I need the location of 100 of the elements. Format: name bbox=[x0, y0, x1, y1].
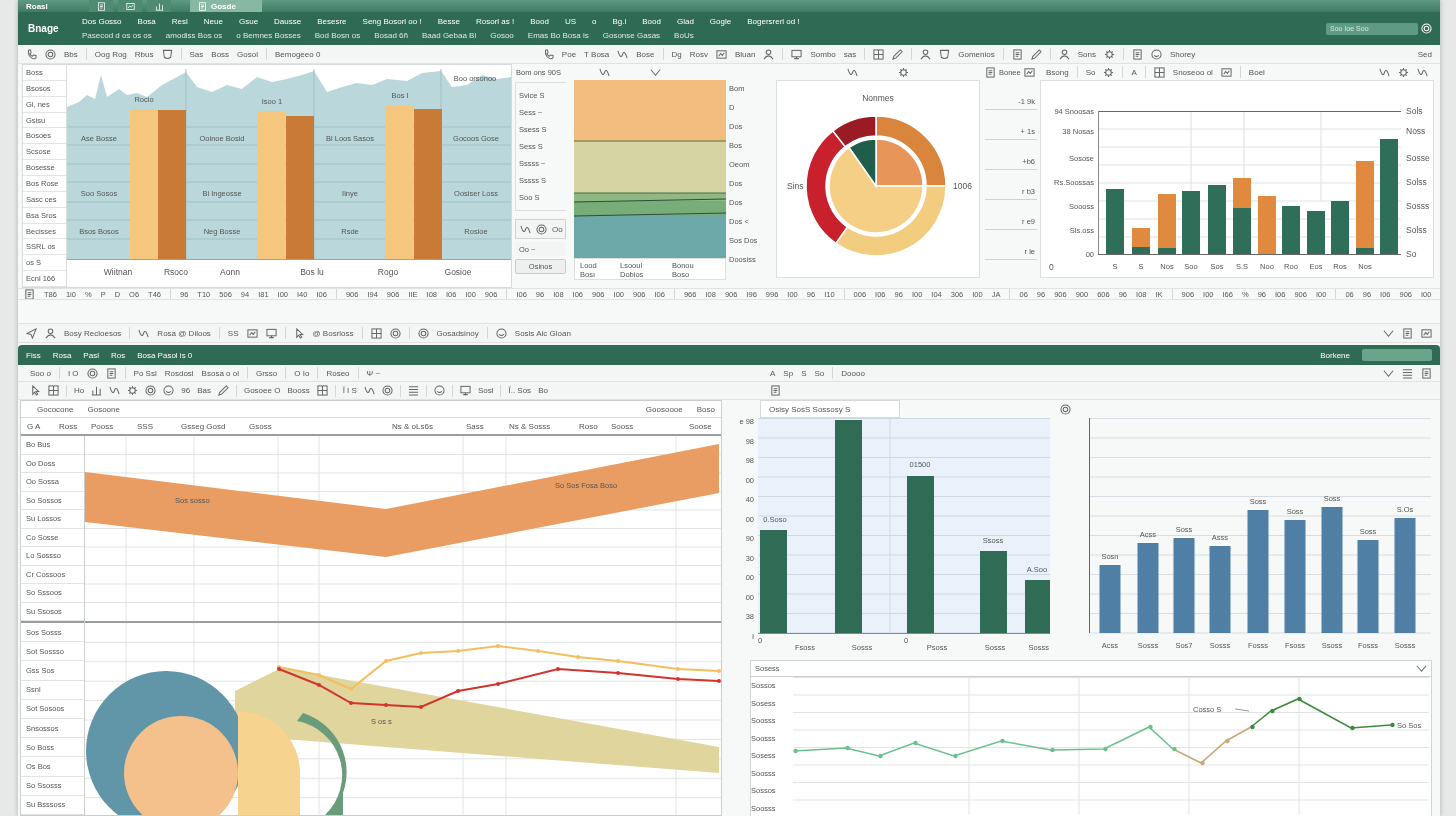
toolbar-button[interactable]: Ǐ.. Sos bbox=[508, 386, 532, 395]
toolbar-button[interactable]: Ho bbox=[74, 386, 85, 395]
toolbar-button[interactable]: 96 bbox=[181, 386, 191, 395]
page-icon[interactable] bbox=[1402, 327, 1413, 339]
toolbar-button[interactable]: Bbs bbox=[64, 49, 78, 59]
toolbar-button[interactable]: Rosdosl bbox=[164, 368, 194, 378]
menu-item[interactable]: BoUs bbox=[674, 31, 694, 40]
ring-icon[interactable] bbox=[86, 367, 98, 379]
cup-icon[interactable] bbox=[939, 48, 951, 60]
grid-icon[interactable] bbox=[370, 327, 382, 339]
caret-icon[interactable] bbox=[1416, 663, 1427, 674]
pencil-icon[interactable] bbox=[217, 385, 229, 396]
toolbar-button[interactable]: @ Bosrloss bbox=[312, 328, 354, 338]
gear-icon[interactable] bbox=[127, 385, 139, 396]
toolbar-button[interactable]: Po Ssl bbox=[133, 368, 157, 378]
page-icon[interactable] bbox=[1131, 48, 1143, 60]
toolbar-button[interactable]: Grsso bbox=[255, 368, 278, 378]
grid-icon[interactable] bbox=[1153, 66, 1165, 78]
ring-icon[interactable] bbox=[45, 48, 56, 60]
cup-icon[interactable] bbox=[161, 48, 173, 60]
menu-item[interactable]: Emas Bo Bosa is bbox=[527, 31, 589, 40]
page-icon[interactable] bbox=[24, 289, 35, 299]
menu-item[interactable]: o Bemnes Bosses bbox=[236, 31, 301, 40]
menu-item[interactable]: Bood bbox=[530, 17, 549, 26]
person-icon[interactable] bbox=[1058, 48, 1070, 60]
menu-item[interactable]: amodiss Bos os bbox=[165, 31, 223, 40]
icon-tab[interactable] bbox=[147, 0, 171, 12]
toolbar-button[interactable]: Dg bbox=[671, 49, 682, 59]
cursor-icon[interactable] bbox=[293, 327, 305, 339]
page-icon[interactable] bbox=[1011, 48, 1023, 60]
toolbar-button[interactable]: Shorey bbox=[1169, 49, 1196, 59]
curve-icon[interactable] bbox=[363, 385, 375, 396]
menu-item[interactable]: o bbox=[592, 17, 597, 26]
menu-item[interactable]: Ros bbox=[110, 350, 126, 360]
menu-item[interactable]: Bg.l bbox=[612, 17, 627, 26]
curve-icon[interactable] bbox=[1379, 66, 1390, 78]
toolbar-button[interactable]: Gosadsinoy bbox=[436, 328, 479, 338]
person-icon[interactable] bbox=[45, 327, 56, 339]
toolbar-button[interactable]: I O bbox=[67, 368, 79, 378]
menu-item[interactable]: Gogle bbox=[709, 17, 732, 26]
pencil-icon[interactable] bbox=[1030, 48, 1042, 60]
toolbar-button[interactable]: Bo bbox=[538, 386, 548, 395]
toolbar-button[interactable]: Bas bbox=[197, 386, 211, 395]
monitor-icon[interactable] bbox=[791, 48, 803, 60]
ring-icon[interactable] bbox=[536, 223, 547, 235]
icon-tab[interactable] bbox=[118, 0, 142, 12]
menu-item[interactable]: Bogersrerl od ! bbox=[747, 17, 800, 26]
caret-icon[interactable] bbox=[650, 66, 662, 78]
menu-item[interactable]: Fiss bbox=[26, 350, 41, 360]
person-icon[interactable] bbox=[920, 48, 932, 60]
menu-item[interactable]: Pasecod d os os os bbox=[82, 31, 152, 40]
page-icon[interactable] bbox=[1421, 367, 1432, 379]
menu-item[interactable]: Bood bbox=[642, 17, 661, 26]
pencil-icon[interactable] bbox=[892, 48, 904, 60]
toolbar-button[interactable]: Sombo bbox=[810, 49, 836, 59]
picture-icon[interactable] bbox=[716, 48, 727, 60]
caret-icon[interactable] bbox=[1383, 367, 1394, 379]
curve-icon[interactable] bbox=[599, 66, 611, 78]
menu-item[interactable]: Glad bbox=[676, 17, 694, 26]
cursor-icon[interactable] bbox=[30, 385, 41, 396]
menu-item[interactable]: Gosoo bbox=[490, 31, 514, 40]
menu-item[interactable]: Gsue bbox=[238, 17, 259, 26]
menu-item[interactable]: Pasl bbox=[83, 350, 99, 360]
menu-item[interactable]: Dausse bbox=[274, 17, 302, 26]
ring-icon[interactable] bbox=[145, 385, 157, 396]
picture-icon[interactable] bbox=[1220, 66, 1232, 78]
list-icon[interactable] bbox=[407, 385, 419, 396]
smiley-icon[interactable] bbox=[433, 385, 445, 396]
gear-icon[interactable] bbox=[1103, 66, 1115, 78]
toolbar-button[interactable]: Sosls Alc Gloan bbox=[514, 328, 571, 338]
toolbar-button[interactable]: Sons bbox=[1077, 49, 1096, 59]
menu-item[interactable]: Bod Bosn os bbox=[314, 31, 361, 40]
menu-item[interactable]: Bosa Pasol is 0 bbox=[137, 350, 193, 360]
toolbar-button[interactable]: Ǐ I S bbox=[342, 386, 357, 395]
toolbar-button[interactable]: Bemogeeo 0 bbox=[275, 49, 321, 59]
curve-icon[interactable] bbox=[520, 223, 531, 235]
toolbar-button[interactable]: Oog Rog bbox=[94, 49, 127, 59]
picture-icon[interactable] bbox=[1023, 66, 1035, 78]
curve-icon[interactable] bbox=[617, 48, 629, 60]
curve-icon[interactable] bbox=[138, 327, 150, 339]
toolbar-button[interactable]: Sosl bbox=[477, 386, 494, 395]
toolbar-button[interactable]: Bsong bbox=[1046, 67, 1069, 77]
smiley-icon[interactable] bbox=[163, 385, 175, 396]
person-icon[interactable] bbox=[763, 48, 775, 60]
menu-item[interactable]: Seng Bosorl oo ! bbox=[362, 17, 422, 26]
gear-icon[interactable] bbox=[1103, 48, 1115, 60]
page-icon[interactable] bbox=[770, 385, 781, 396]
monitor-icon[interactable] bbox=[265, 327, 277, 339]
menu-item[interactable]: Neue bbox=[203, 17, 223, 26]
toolbar-button[interactable]: Sed bbox=[1417, 49, 1432, 59]
picture-icon[interactable] bbox=[1421, 327, 1432, 339]
toolbar-button[interactable]: Gomenios bbox=[958, 49, 995, 59]
ring-icon[interactable] bbox=[389, 327, 401, 339]
smiley-icon[interactable] bbox=[1150, 48, 1162, 60]
toolbar-button[interactable]: Rbus bbox=[134, 49, 154, 59]
phone-icon[interactable] bbox=[26, 48, 37, 60]
bar-chart-icon[interactable] bbox=[91, 385, 103, 396]
menu-item[interactable]: Dos Gosso bbox=[82, 17, 122, 26]
toolbar-button[interactable]: O Io bbox=[294, 368, 310, 378]
toolbar-button[interactable]: Poe bbox=[561, 49, 577, 59]
